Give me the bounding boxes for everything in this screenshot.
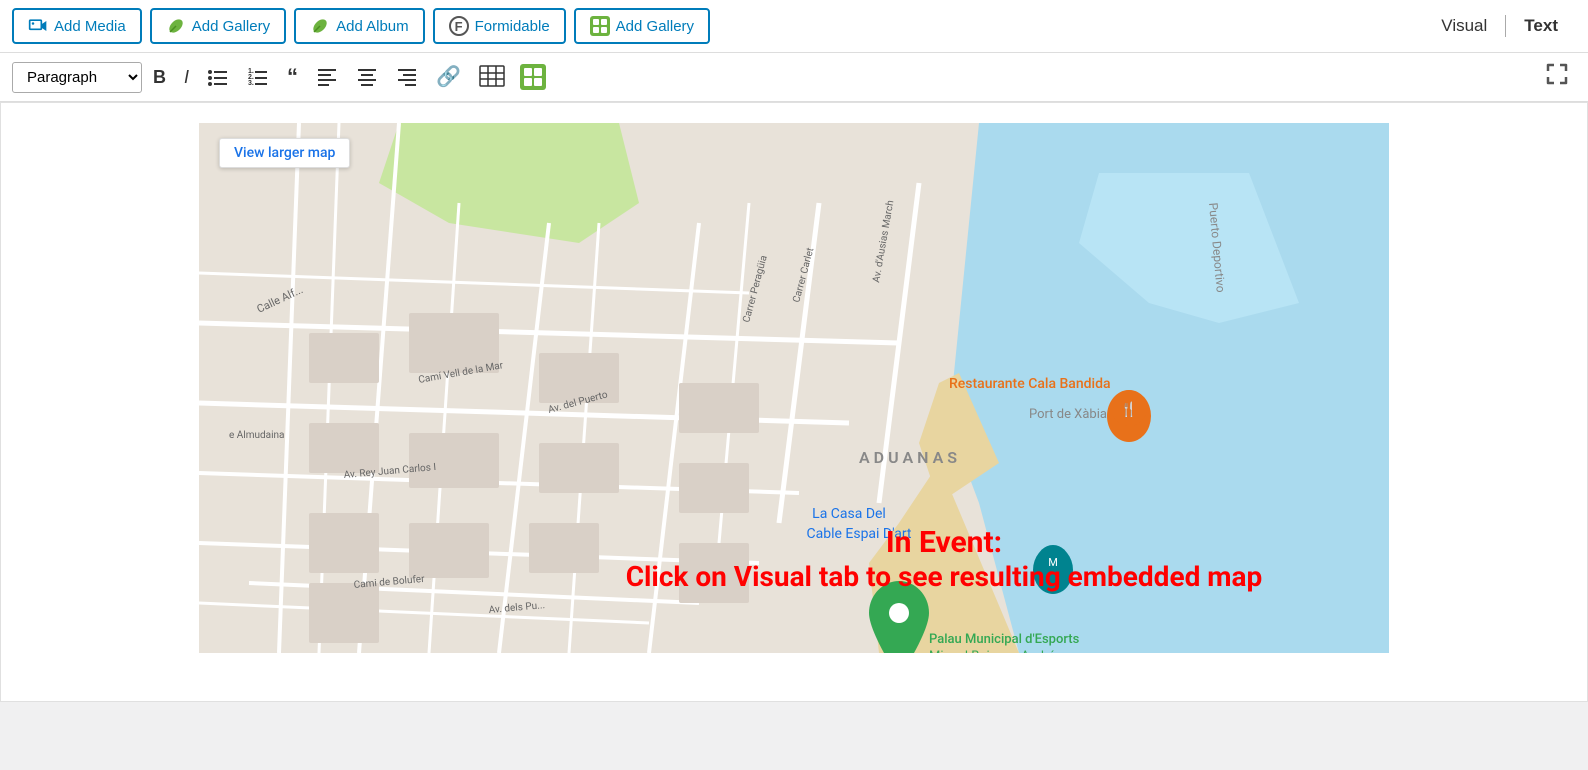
svg-text:3.: 3.: [248, 80, 254, 87]
svg-text:ADUANAS: ADUANAS: [859, 448, 961, 467]
add-media-button[interactable]: Add Media: [12, 8, 142, 44]
add-gallery-2-button[interactable]: Add Gallery: [574, 8, 710, 44]
add-album-label: Add Album: [336, 18, 409, 35]
blockquote-button[interactable]: “: [280, 62, 305, 92]
align-left-button[interactable]: [309, 61, 345, 94]
bold-button[interactable]: B: [146, 64, 173, 90]
align-right-button[interactable]: [389, 61, 425, 94]
svg-text:e Almudaina: e Almudaina: [229, 430, 285, 441]
editor-area: Calle Alf... e Almudaina Cami de Bolufer…: [0, 102, 1588, 702]
add-gallery-1-button[interactable]: Add Gallery: [150, 8, 286, 44]
italic-button[interactable]: I: [177, 64, 196, 90]
link-button[interactable]: 🔗: [429, 63, 468, 91]
unordered-list-button[interactable]: [200, 61, 236, 94]
green-grid-format-icon[interactable]: [520, 64, 546, 90]
tab-group: Visual Text: [1423, 8, 1576, 44]
format-toolbar: Paragraph B I 1. 2. 3. “: [0, 53, 1588, 102]
add-gallery-2-label: Add Gallery: [616, 18, 694, 35]
leaf-icon-2: [310, 16, 330, 36]
add-media-label: Add Media: [54, 18, 126, 35]
add-album-button[interactable]: Add Album: [294, 8, 425, 44]
formidable-button[interactable]: F Formidable: [433, 8, 566, 44]
table-button[interactable]: [472, 61, 512, 94]
map-container: Calle Alf... e Almudaina Cami de Bolufer…: [199, 123, 1389, 653]
svg-text:Cable Espai D'art: Cable Espai D'art: [807, 526, 912, 542]
formidable-label: Formidable: [475, 18, 550, 35]
svg-text:Port de Xàbia: Port de Xàbia: [1029, 407, 1107, 422]
map-background: Calle Alf... e Almudaina Cami de Bolufer…: [199, 123, 1389, 653]
fullscreen-button[interactable]: [1538, 59, 1576, 95]
add-gallery-1-label: Add Gallery: [192, 18, 270, 35]
formidable-icon: F: [449, 16, 469, 36]
view-larger-map-link[interactable]: View larger map: [219, 138, 350, 168]
svg-text:Restaurante Cala Bandida: Restaurante Cala Bandida: [949, 376, 1111, 392]
align-center-button[interactable]: [349, 61, 385, 94]
tab-visual[interactable]: Visual: [1423, 8, 1505, 44]
svg-text:🍴: 🍴: [1120, 401, 1137, 418]
svg-text:Palau Municipal d'Esports: Palau Municipal d'Esports: [929, 632, 1080, 647]
svg-text:M: M: [1048, 556, 1058, 569]
green-grid-icon: [590, 16, 610, 36]
leaf-icon-1: [166, 16, 186, 36]
ordered-list-button[interactable]: 1. 2. 3.: [240, 61, 276, 94]
top-toolbar: Add Media Add Gallery Add Album F Formid…: [0, 0, 1588, 53]
tab-text[interactable]: Text: [1506, 8, 1576, 44]
paragraph-select[interactable]: Paragraph: [12, 62, 142, 93]
svg-text:Miguel Buigues Andrés: Miguel Buigues Andrés: [929, 649, 1062, 653]
media-icon: [28, 16, 48, 36]
svg-text:La Casa Del: La Casa Del: [812, 506, 886, 522]
